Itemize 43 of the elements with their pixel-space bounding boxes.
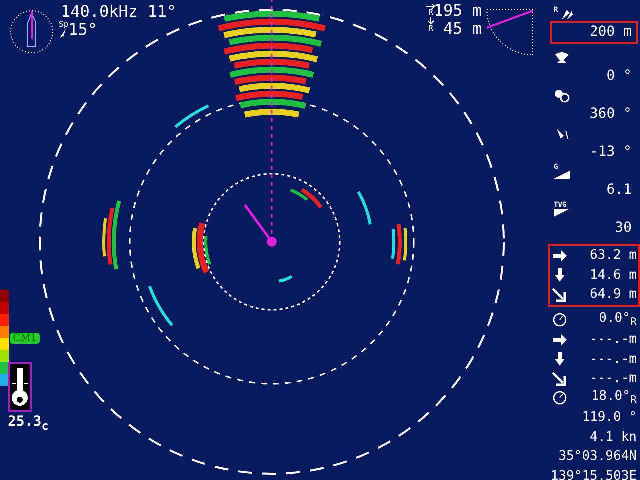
circles-icon bbox=[554, 88, 570, 102]
marker-label: R bbox=[428, 25, 434, 33]
tilt-label: 11° bbox=[148, 2, 177, 21]
readout-value: 63.2 m bbox=[590, 248, 637, 264]
horizontal-distance: 195 m bbox=[434, 2, 482, 20]
readout-value: 360 ° bbox=[590, 106, 632, 122]
depth-distance: 45 m bbox=[443, 20, 482, 38]
diagonal-arrow-icon bbox=[552, 288, 568, 302]
readout-value: 35°03.964N bbox=[558, 449, 637, 464]
arrow-icon bbox=[59, 29, 67, 38]
down-arrow-icon bbox=[428, 17, 434, 25]
diagonal-arrow-icon bbox=[552, 372, 568, 386]
readout-value: 64.9 m bbox=[590, 287, 637, 302]
readout-value: 18.0°$_{R}$ bbox=[591, 389, 637, 404]
marker-label: R bbox=[428, 9, 434, 17]
down-arrow-icon bbox=[552, 352, 568, 366]
readout-value: 0 ° bbox=[606, 68, 632, 84]
speed-label: Sp bbox=[59, 21, 69, 29]
dial-icon bbox=[552, 313, 568, 328]
readout-value: 139°15.503E bbox=[550, 468, 637, 480]
readout-value: 4.1 kn bbox=[590, 430, 637, 445]
readout-value: 6.1 bbox=[606, 182, 632, 198]
frequency-label: 140.0kHz bbox=[61, 2, 138, 21]
readout-value: 119.0 ° bbox=[582, 410, 637, 426]
right-arrow-icon bbox=[552, 332, 568, 347]
sector-icon bbox=[486, 9, 534, 56]
readout-value: 200 m bbox=[590, 24, 632, 40]
readout-value: 30 bbox=[615, 220, 632, 236]
right-arrow-icon bbox=[552, 248, 568, 263]
speed-value: 15° bbox=[68, 21, 98, 39]
readout-value: 14.6 m bbox=[590, 268, 637, 283]
readout-value: ---.-m bbox=[590, 371, 637, 386]
readout-value: -13 ° bbox=[590, 144, 632, 160]
readout-value: ---.-m bbox=[590, 352, 637, 367]
thermometer-icon bbox=[8, 362, 32, 412]
water-temperature: 25.3$_{c}$ bbox=[8, 414, 49, 430]
dial-icon bbox=[552, 391, 568, 406]
channel-badge: CM1 bbox=[10, 333, 40, 344]
beam-icon bbox=[554, 126, 570, 140]
boat-icon bbox=[9, 9, 55, 55]
readout-value: ---.-m bbox=[590, 332, 637, 348]
down-arrow-icon bbox=[552, 268, 568, 282]
readout-value: 0.0°$_{R}$ bbox=[599, 311, 637, 326]
